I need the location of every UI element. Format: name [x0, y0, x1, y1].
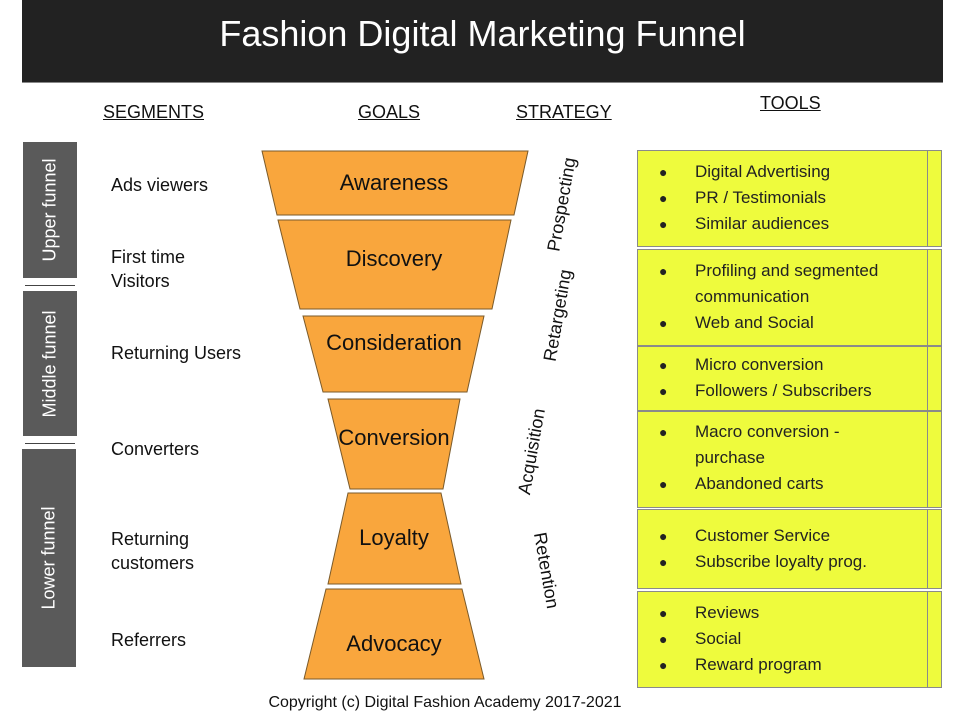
goal-discovery: Discovery: [345, 246, 443, 271]
tool-item: ● Subscribe loyalty prog.: [638, 549, 928, 575]
tool-item-continuation: purchase: [638, 445, 928, 471]
bullet-icon: ●: [659, 631, 668, 647]
tool-item-text: Macro conversion -: [695, 422, 840, 441]
bullet-icon: ●: [659, 657, 668, 673]
tools-box-conversion: ● Macro conversion - purchase ● Abandoned …: [637, 411, 942, 508]
tool-item: ● Micro conversion: [638, 352, 928, 378]
tool-item: ● Reviews: [638, 600, 928, 626]
tools-box-side: [927, 412, 941, 507]
tool-item-text: Social: [695, 629, 742, 648]
tool-item: ● Customer Service: [638, 523, 928, 549]
tools-box-discovery: ● Profiling and segmented communication ●…: [637, 249, 942, 346]
tool-item: ● Similar audiences: [638, 211, 928, 237]
tool-item: ● Web and Social: [638, 310, 928, 336]
tool-item-text: communication: [695, 287, 810, 306]
tools-box-side: [927, 250, 941, 345]
tool-item: ● Abandoned carts: [638, 471, 928, 497]
copyright-footer: Copyright (c) Digital Fashion Academy 20…: [268, 694, 622, 711]
bullet-icon: ●: [659, 605, 668, 621]
tool-item-text: Customer Service: [695, 526, 831, 545]
bullet-icon: ●: [659, 263, 668, 279]
goal-loyalty: Loyalty: [359, 525, 429, 550]
tool-item-text: purchase: [695, 448, 765, 467]
tool-item: ● PR / Testimonials: [638, 185, 928, 211]
tools-box-consideration: ● Micro conversion ● Followers / Subscribe…: [637, 346, 942, 411]
bullet-icon: ●: [659, 528, 668, 544]
tool-item-text: Abandoned carts: [695, 474, 824, 493]
tools-box-side: [927, 592, 941, 687]
tool-item-text: Reviews: [695, 603, 760, 622]
tool-item-continuation: communication: [638, 284, 928, 310]
bullet-icon: ●: [659, 424, 668, 440]
tool-item-text: Web and Social: [695, 313, 814, 332]
tools-box-advocacy: ● Reviews ● Social ● Reward program: [637, 591, 942, 688]
tools-box-side: [927, 510, 941, 588]
tool-item-text: PR / Testimonials: [695, 188, 827, 207]
tool-item: ● Reward program: [638, 652, 928, 678]
tool-item-text: Digital Advertising: [695, 162, 831, 181]
bullet-icon: ●: [659, 383, 668, 399]
bullet-icon: ●: [659, 190, 668, 206]
tools-box-loyalty: ● Customer Service ● Subscribe loyalty pro…: [637, 509, 942, 589]
goal-awareness: Awareness: [339, 170, 449, 195]
goal-consideration: Consideration: [326, 330, 462, 355]
bullet-icon: ●: [659, 164, 668, 180]
bullet-icon: ●: [659, 476, 668, 492]
tool-item: ● Macro conversion -: [638, 419, 928, 445]
tool-item-text: Profiling and segmented: [695, 261, 879, 280]
tool-item: ● Followers / Subscribers: [638, 378, 928, 404]
bullet-icon: ●: [659, 216, 668, 232]
tool-item: ● Social: [638, 626, 928, 652]
tool-item-text: Micro conversion: [695, 355, 824, 374]
tool-item: ● Digital Advertising: [638, 159, 928, 185]
bullet-icon: ●: [659, 357, 668, 373]
tool-item-text: Reward program: [695, 655, 822, 674]
tool-item-text: Subscribe loyalty prog.: [695, 552, 867, 571]
tool-item-text: Followers / Subscribers: [695, 381, 872, 400]
goal-conversion: Conversion: [338, 425, 450, 450]
tools-box-side: [927, 151, 941, 246]
tool-item-text: Similar audiences: [695, 214, 830, 233]
goal-advocacy: Advocacy: [346, 631, 442, 656]
tools-box-side: [927, 347, 941, 410]
bullet-icon: ●: [659, 554, 668, 570]
bullet-icon: ●: [659, 315, 668, 331]
tool-item: ● Profiling and segmented: [638, 258, 928, 284]
tools-box-awareness: ● Digital Advertising ● PR / Testimonials …: [637, 150, 942, 247]
